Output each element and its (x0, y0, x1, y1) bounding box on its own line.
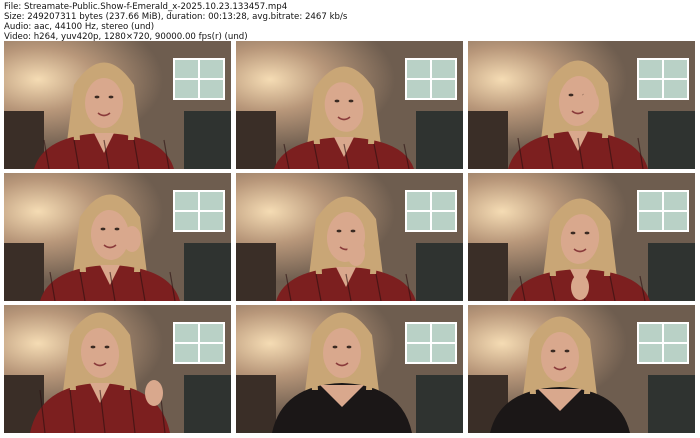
file-info-header: File: Streamate-Public.Show-f-Emerald_x-… (4, 2, 696, 42)
eye-shape (550, 349, 556, 353)
chair-shape (648, 243, 695, 301)
video-thumbnail-4 (4, 173, 231, 301)
hand-shape (145, 380, 163, 406)
eye-shape (584, 231, 590, 235)
hand-shape (123, 226, 141, 252)
eye-shape (104, 345, 110, 349)
chair-shape (184, 111, 231, 169)
video-thumbnail-9 (468, 305, 695, 433)
audio-info-line: Audio: aac, 44100 Hz, stereo (und) (4, 22, 155, 32)
video-thumbnail-3 (468, 41, 695, 169)
sofa-shape (468, 243, 508, 301)
face-shape (323, 328, 361, 378)
hand-shape (581, 90, 599, 116)
sofa-shape (468, 111, 508, 169)
video-thumbnail-7 (4, 305, 231, 433)
chair-shape (648, 111, 695, 169)
sofa-shape (236, 111, 276, 169)
sofa-shape (236, 243, 276, 301)
sofa-shape (236, 375, 276, 433)
face-shape (85, 78, 123, 128)
sofa-shape (4, 243, 44, 301)
thumbnail-image (468, 305, 695, 433)
video-thumbnail-2 (236, 41, 463, 169)
thumbnail-grid (4, 41, 698, 435)
chair-shape (184, 375, 231, 433)
file-name-line: File: Streamate-Public.Show-f-Emerald_x-… (4, 2, 288, 12)
video-thumbnail-6 (468, 173, 695, 301)
eye-shape (564, 349, 570, 353)
chair-shape (416, 243, 463, 301)
eye-shape (570, 231, 576, 235)
eye-shape (336, 229, 342, 233)
eye-shape (108, 95, 114, 99)
eye-shape (100, 227, 106, 231)
chair-shape (184, 243, 231, 301)
eye-shape (348, 99, 354, 103)
thumbnail-image (4, 41, 231, 169)
video-thumbnail-8 (236, 305, 463, 433)
face-shape (541, 332, 579, 382)
chair-shape (416, 111, 463, 169)
eye-shape (332, 345, 338, 349)
chair-shape (416, 375, 463, 433)
thumbnail-image (236, 173, 463, 301)
hand-shape (571, 274, 589, 300)
eye-shape (568, 93, 574, 97)
hand-shape (347, 240, 365, 266)
thumbnail-image (4, 305, 231, 433)
thumbnail-image (468, 41, 695, 169)
eye-shape (346, 345, 352, 349)
eye-shape (90, 345, 96, 349)
thumbnail-image (468, 173, 695, 301)
file-size-line: Size: 249207311 bytes (237.66 MiB), dura… (4, 12, 348, 22)
thumbnail-image (236, 41, 463, 169)
thumbnail-image (236, 305, 463, 433)
video-thumbnail-1 (4, 41, 231, 169)
thumbnail-image (4, 173, 231, 301)
eye-shape (94, 95, 100, 99)
eye-shape (114, 227, 120, 231)
video-thumbnail-5 (236, 173, 463, 301)
eye-shape (350, 229, 356, 233)
chair-shape (648, 375, 695, 433)
eye-shape (334, 99, 340, 103)
